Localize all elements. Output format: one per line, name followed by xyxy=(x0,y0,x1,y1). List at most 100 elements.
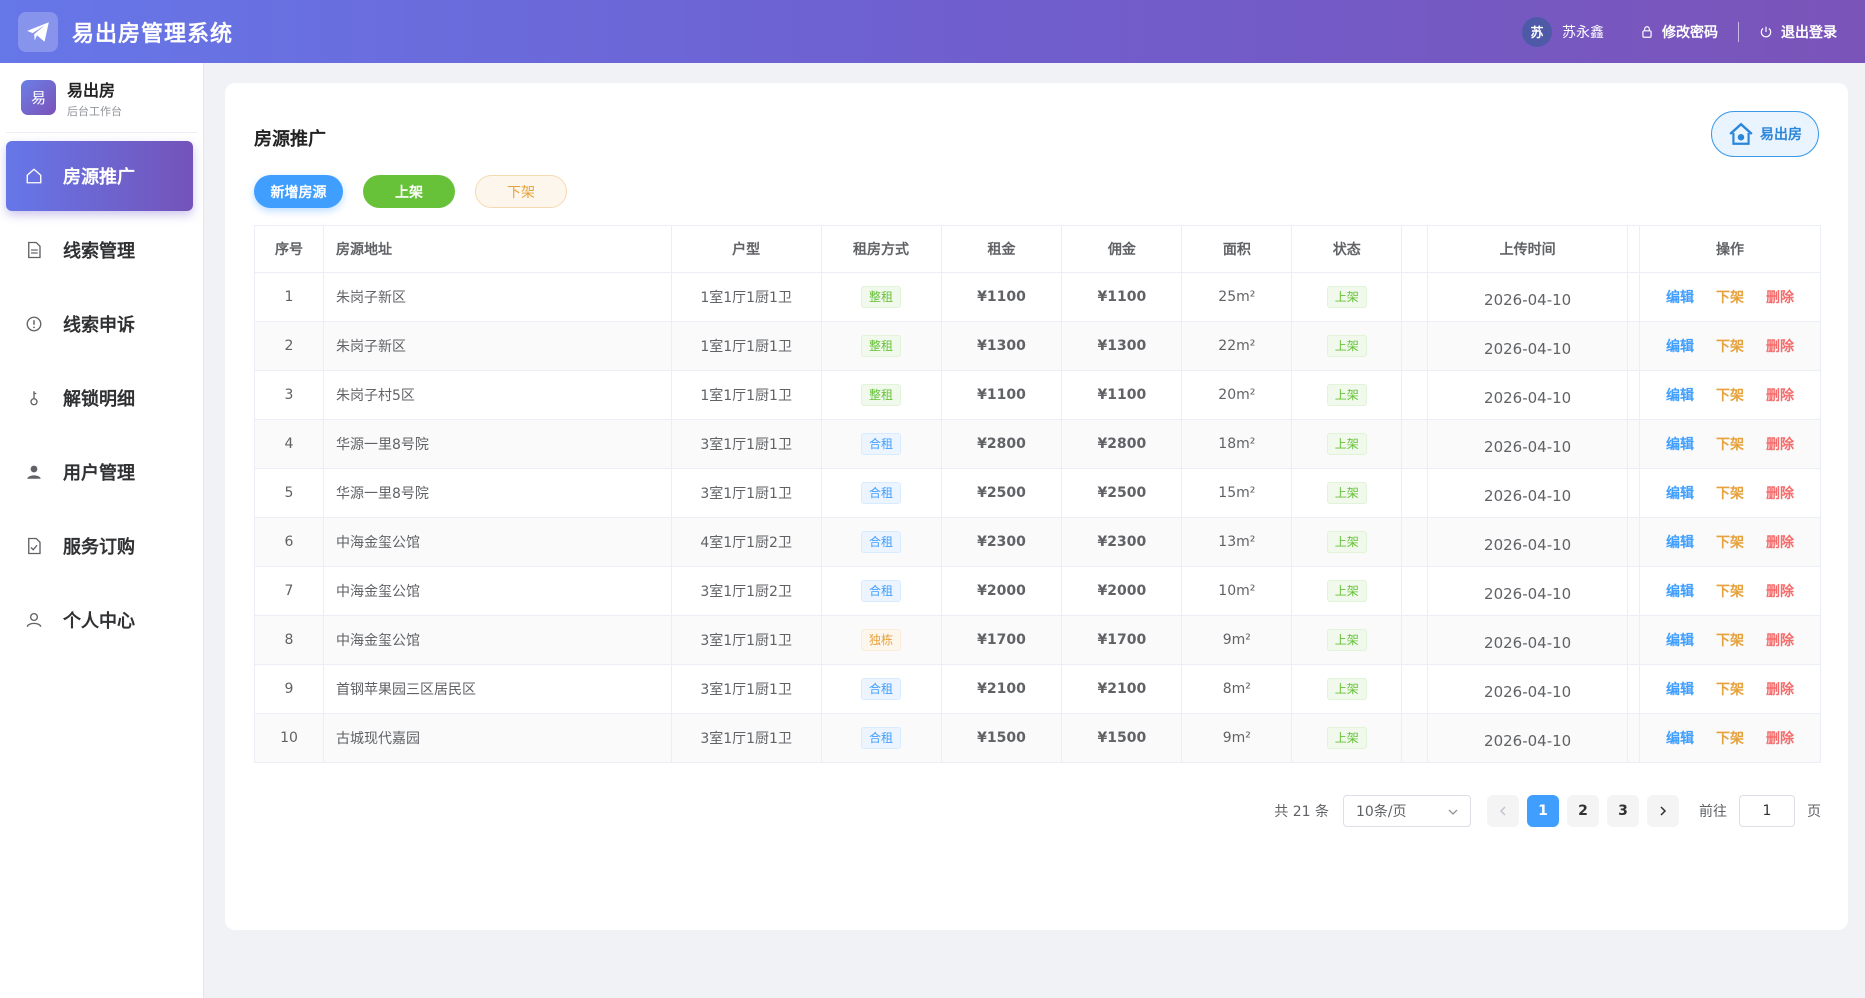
row-number: 3 xyxy=(254,370,324,420)
list-on-button[interactable]: 上架 xyxy=(363,175,455,208)
list-off-row-button[interactable]: 下架 xyxy=(1716,437,1744,453)
row-upload-time: 2026-04-10 xyxy=(1427,517,1629,567)
edit-button[interactable]: 编辑 xyxy=(1666,437,1694,453)
sidebar-item-lead-appeals[interactable]: 线索申诉 xyxy=(6,289,193,359)
column-header[interactable]: 面积 xyxy=(1181,225,1293,273)
column-header[interactable]: 房源地址 xyxy=(323,225,672,273)
row-spacer xyxy=(1627,664,1641,714)
status-badge: 上架 xyxy=(1326,335,1367,357)
sidebar-item-listing-promotion[interactable]: 房源推广 xyxy=(6,141,193,211)
sidebar-item-user-management[interactable]: 用户管理 xyxy=(6,437,193,507)
list-off-row-button[interactable]: 下架 xyxy=(1716,290,1744,306)
row-spacer xyxy=(1401,468,1429,518)
next-page-button[interactable] xyxy=(1647,795,1679,827)
column-header[interactable]: 租金 xyxy=(941,225,1063,273)
page-size-select[interactable]: 10条/页 xyxy=(1343,795,1471,827)
delete-button[interactable]: 删除 xyxy=(1766,437,1794,453)
edit-button[interactable]: 编辑 xyxy=(1666,633,1694,649)
listings-table: 序号 房源地址 户型 租房方式 租金 佣金 面积 状态 上传时间 操作 1 朱岗子… xyxy=(254,225,1821,763)
row-spacer xyxy=(1627,517,1641,567)
delete-button[interactable]: 删除 xyxy=(1766,584,1794,600)
delete-button[interactable]: 删除 xyxy=(1766,290,1794,306)
row-spacer xyxy=(1627,321,1641,371)
row-area: 9m² xyxy=(1181,615,1293,665)
edit-button[interactable]: 编辑 xyxy=(1666,584,1694,600)
edit-button[interactable]: 编辑 xyxy=(1666,486,1694,502)
delete-button[interactable]: 删除 xyxy=(1766,682,1794,698)
row-layout: 1室1厅1厨1卫 xyxy=(671,370,822,420)
row-rent: ¥1100 xyxy=(941,370,1063,420)
row-spacer xyxy=(1627,419,1641,469)
row-number: 4 xyxy=(254,419,324,469)
delete-button[interactable]: 删除 xyxy=(1766,633,1794,649)
list-off-button[interactable]: 下架 xyxy=(475,175,567,208)
row-spacer xyxy=(1401,615,1429,665)
list-off-row-button[interactable]: 下架 xyxy=(1716,486,1744,502)
edit-button[interactable]: 编辑 xyxy=(1666,682,1694,698)
avatar[interactable]: 苏 xyxy=(1522,16,1552,47)
list-off-row-button[interactable]: 下架 xyxy=(1716,388,1744,404)
sidebar-item-label: 房源推广 xyxy=(63,167,135,188)
page-button[interactable]: 2 xyxy=(1567,795,1599,827)
row-layout: 3室1厅1厨2卫 xyxy=(671,566,822,616)
edit-button[interactable]: 编辑 xyxy=(1666,290,1694,306)
row-address: 中海金玺公馆 xyxy=(323,615,672,665)
list-off-row-button[interactable]: 下架 xyxy=(1716,682,1744,698)
page-button[interactable]: 1 xyxy=(1527,795,1559,827)
row-actions: 编辑 下架 删除 xyxy=(1639,468,1821,518)
edit-button[interactable]: 编辑 xyxy=(1666,339,1694,355)
list-off-row-button[interactable]: 下架 xyxy=(1716,339,1744,355)
sidebar-item-leads[interactable]: 线索管理 xyxy=(6,215,193,285)
edit-button[interactable]: 编辑 xyxy=(1666,535,1694,551)
table-row: 6 中海金玺公馆 4室1厅1厨2卫 合租 ¥2300 ¥2300 13m² 上架 2026-04… xyxy=(254,517,1821,567)
column-header[interactable]: 租房方式 xyxy=(821,225,942,273)
list-off-row-button[interactable]: 下架 xyxy=(1716,731,1744,747)
edit-button[interactable]: 编辑 xyxy=(1666,388,1694,404)
row-layout: 3室1厅1厨1卫 xyxy=(671,419,822,469)
column-header[interactable]: 操作 xyxy=(1639,225,1821,273)
list-off-row-button[interactable]: 下架 xyxy=(1716,535,1744,551)
row-spacer xyxy=(1401,272,1429,322)
sidebar-item-profile[interactable]: 个人中心 xyxy=(6,585,193,655)
sidebar-item-unlock-details[interactable]: 解锁明细 xyxy=(6,363,193,433)
sidebar-brand: 易 易出房 后台工作台 xyxy=(6,63,197,133)
row-upload-time: 2026-04-10 xyxy=(1427,419,1629,469)
delete-button[interactable]: 删除 xyxy=(1766,486,1794,502)
change-password-label: 修改密码 xyxy=(1662,24,1718,41)
column-header[interactable]: 序号 xyxy=(254,225,324,273)
row-rent: ¥1100 xyxy=(941,272,1063,322)
row-rent: ¥2100 xyxy=(941,664,1063,714)
prev-page-button[interactable] xyxy=(1487,795,1519,827)
checklist-icon xyxy=(28,537,41,555)
user-name: 苏永鑫 xyxy=(1562,24,1604,41)
column-header[interactable]: 户型 xyxy=(671,225,822,273)
column-header[interactable]: 状态 xyxy=(1291,225,1403,273)
table-row: 10 古城现代嘉园 3室1厅1厨1卫 合租 ¥1500 ¥1500 9m² 上架 2026-04… xyxy=(254,713,1821,763)
delete-button[interactable]: 删除 xyxy=(1766,731,1794,747)
delete-button[interactable]: 删除 xyxy=(1766,388,1794,404)
change-password-button[interactable]: 修改密码 xyxy=(1640,22,1718,42)
list-off-row-button[interactable]: 下架 xyxy=(1716,633,1744,649)
sidebar-item-service-orders[interactable]: 服务订购 xyxy=(6,511,193,581)
list-off-row-button[interactable]: 下架 xyxy=(1716,584,1744,600)
delete-button[interactable]: 删除 xyxy=(1766,535,1794,551)
logout-button[interactable]: 退出登录 xyxy=(1759,22,1837,42)
row-upload-time: 2026-04-10 xyxy=(1427,468,1629,518)
row-area: 9m² xyxy=(1181,713,1293,763)
page-button[interactable]: 3 xyxy=(1607,795,1639,827)
edit-button[interactable]: 编辑 xyxy=(1666,731,1694,747)
row-address: 中海金玺公馆 xyxy=(323,517,672,567)
row-layout: 4室1厅1厨2卫 xyxy=(671,517,822,567)
column-header[interactable]: 上传时间 xyxy=(1427,225,1629,273)
delete-button[interactable]: 删除 xyxy=(1766,339,1794,355)
row-address: 朱岗子新区 xyxy=(323,272,672,322)
column-header[interactable]: 佣金 xyxy=(1061,225,1183,273)
chevron-left-icon xyxy=(1499,806,1506,816)
goto-page-input[interactable]: 1 xyxy=(1739,795,1795,827)
row-spacer xyxy=(1401,370,1429,420)
add-listing-button[interactable]: 新增房源 xyxy=(254,175,343,208)
row-upload-time: 2026-04-10 xyxy=(1427,664,1629,714)
row-rent: ¥2800 xyxy=(941,419,1063,469)
row-address: 朱岗子新区 xyxy=(323,321,672,371)
sidebar-item-label: 线索申诉 xyxy=(63,315,135,336)
